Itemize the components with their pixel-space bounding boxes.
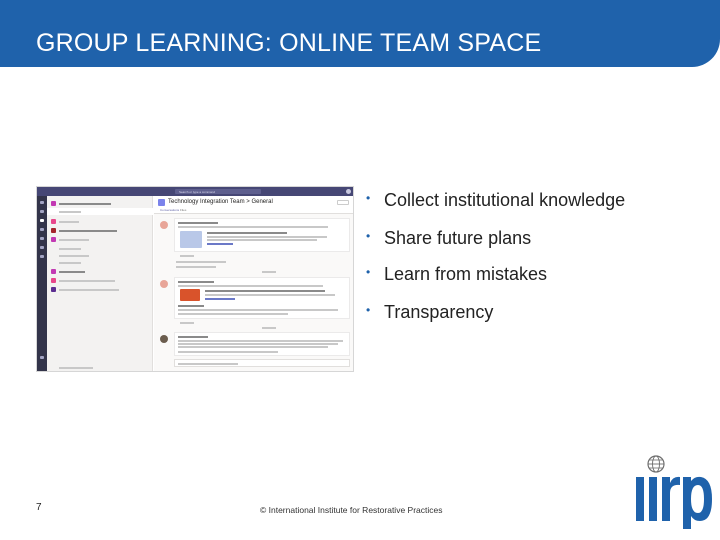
bullet-dot-icon: • <box>366 229 371 243</box>
link-thumbnail <box>180 289 200 301</box>
teams-icon[interactable] <box>40 219 44 222</box>
apps-icon[interactable] <box>40 255 44 258</box>
iirp-logo <box>636 455 712 529</box>
list-item[interactable] <box>47 277 153 284</box>
list-item[interactable] <box>47 236 153 243</box>
slide-title: GROUP LEARNING: ONLINE TEAM SPACE <box>36 29 542 57</box>
list-item[interactable] <box>47 268 153 275</box>
team-space-screenshot: Search or type a command Technology Inte… <box>36 186 354 372</box>
list-item[interactable] <box>47 286 153 293</box>
channel-title: Technology Integration Team > General <box>168 199 273 205</box>
avatar <box>160 221 168 229</box>
tab-conversations[interactable]: Conversations <box>160 208 179 212</box>
help-icon[interactable] <box>40 356 44 359</box>
message-card <box>160 332 350 356</box>
copyright-notice: © International Institute for Restorativ… <box>260 505 443 515</box>
avatar <box>160 335 168 343</box>
list-item[interactable] <box>47 200 153 207</box>
activity-icon[interactable] <box>40 201 44 204</box>
calendar-icon[interactable] <box>40 228 44 231</box>
bullet-dot-icon: • <box>366 191 371 205</box>
title-bar: GROUP LEARNING: ONLINE TEAM SPACE <box>0 0 720 67</box>
list-item[interactable] <box>47 259 153 266</box>
list-item[interactable] <box>47 252 153 259</box>
chat-icon[interactable] <box>40 210 44 213</box>
app-rail <box>37 196 47 371</box>
message-card <box>160 218 350 252</box>
message-card <box>160 277 350 319</box>
list-item[interactable] <box>47 208 153 215</box>
meet-button[interactable] <box>337 200 349 205</box>
list-item[interactable] <box>47 218 153 225</box>
list-item[interactable] <box>47 364 153 371</box>
team-icon <box>158 199 165 206</box>
search-box[interactable]: Search or type a command <box>175 189 261 194</box>
user-avatar[interactable] <box>346 189 351 194</box>
list-item[interactable] <box>47 227 153 234</box>
calls-icon[interactable] <box>40 237 44 240</box>
search-placeholder: Search or type a command <box>179 190 216 194</box>
tab-files[interactable]: Files <box>180 208 186 212</box>
teams-list <box>47 196 153 371</box>
channel-pane: Technology Integration Team > General Co… <box>154 196 353 371</box>
bullet-dot-icon: • <box>366 265 371 279</box>
page-number: 7 <box>36 502 42 513</box>
compose-box[interactable] <box>174 359 350 367</box>
bullet-dot-icon: • <box>366 303 371 317</box>
files-icon[interactable] <box>40 246 44 249</box>
app-top-bar: Search or type a command <box>37 187 353 196</box>
avatar <box>160 280 168 288</box>
list-item[interactable] <box>47 245 153 252</box>
link-thumbnail <box>180 231 202 248</box>
channel-header: Technology Integration Team > General Co… <box>154 196 353 214</box>
